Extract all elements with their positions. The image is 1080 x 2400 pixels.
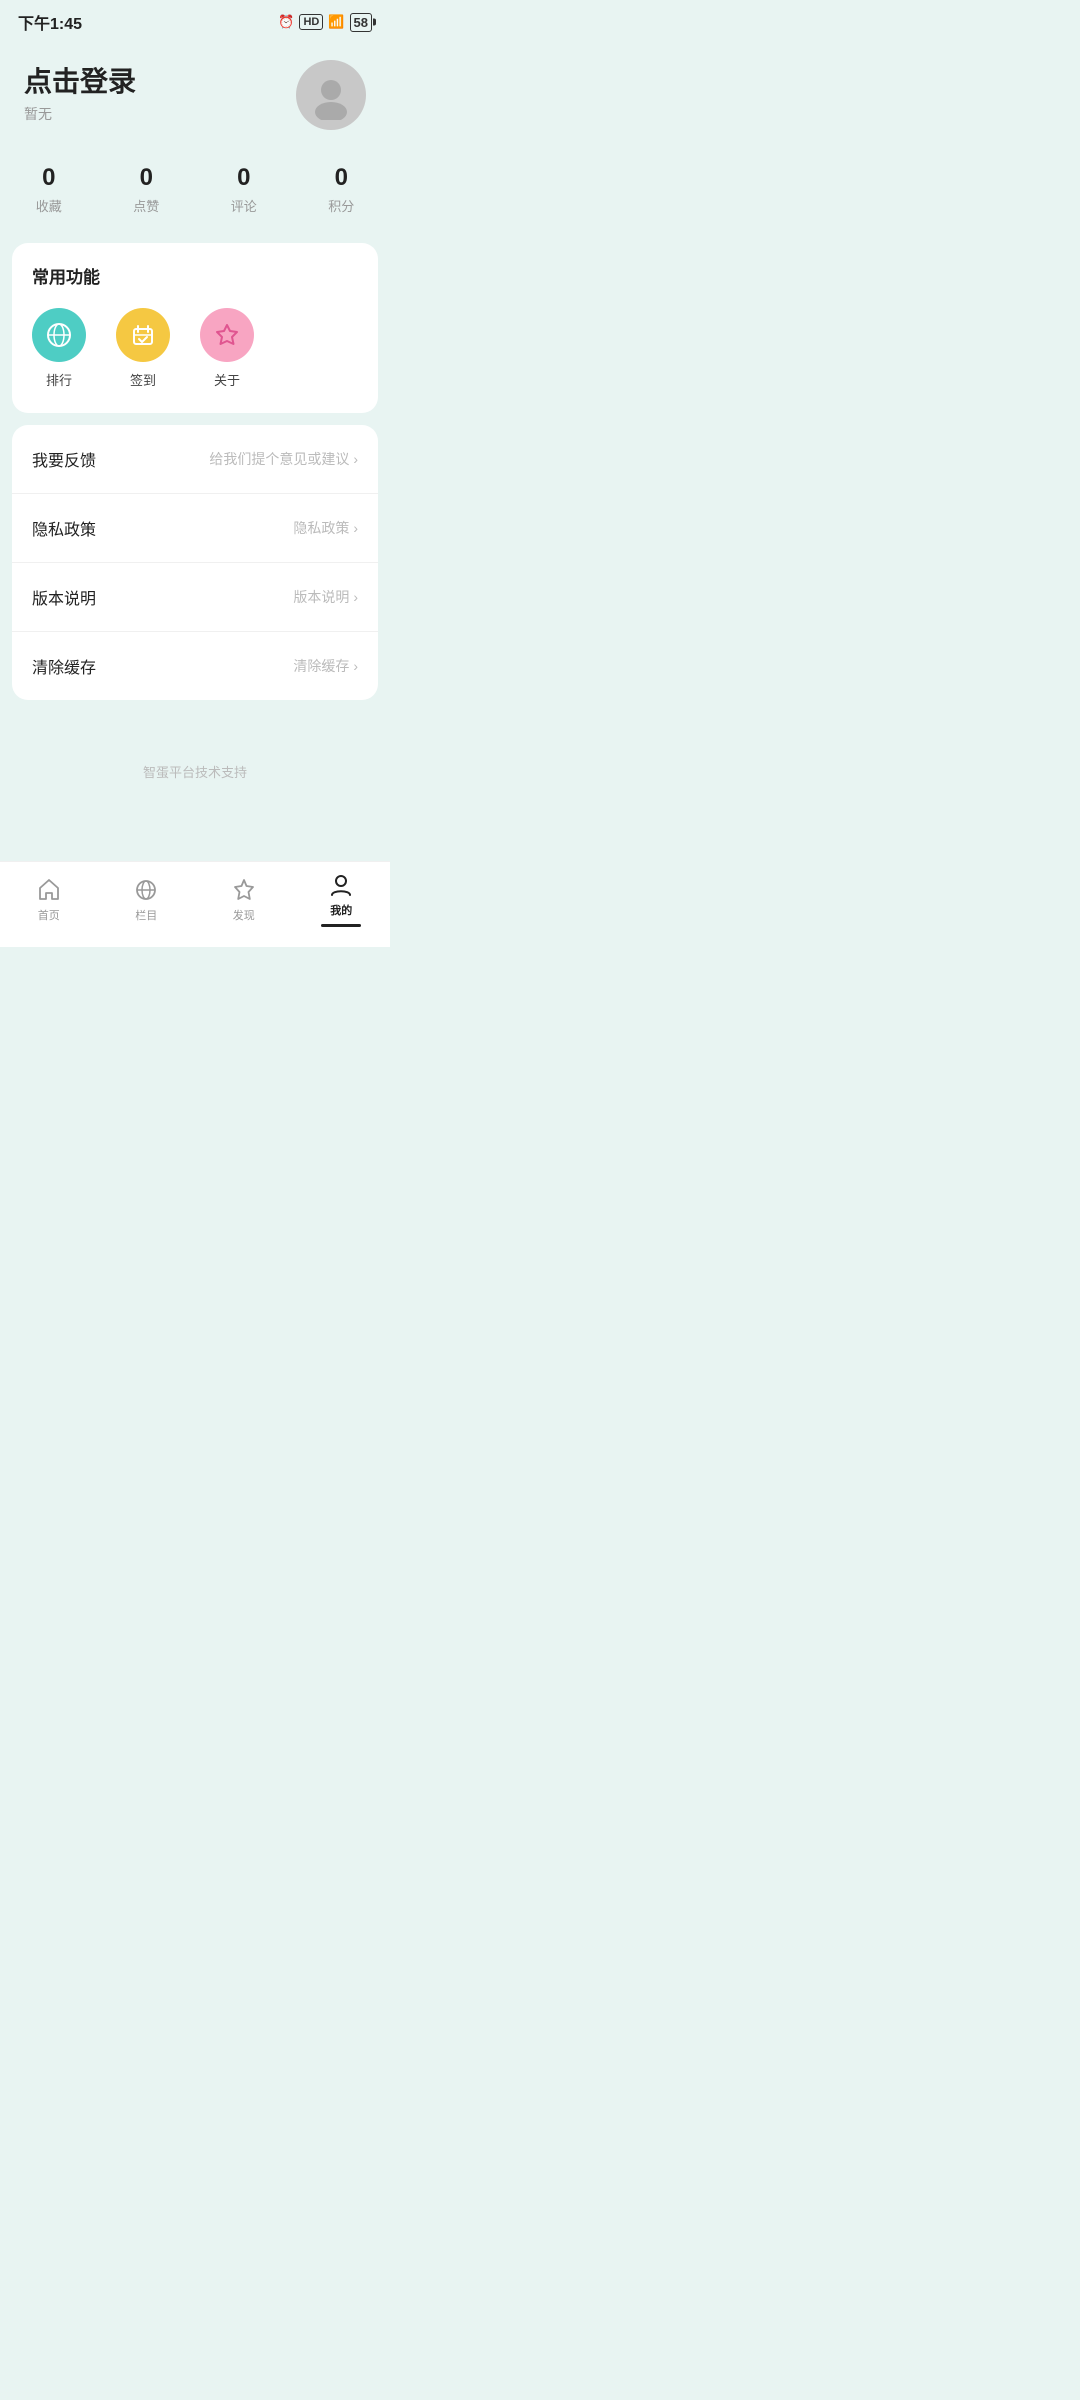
checkin-icon-circle	[116, 308, 170, 362]
menu-cache-label: 清除缓存	[32, 654, 96, 678]
bg-spacer-2	[0, 801, 390, 861]
discover-icon	[231, 877, 257, 903]
stat-collections[interactable]: 0 收藏	[36, 164, 62, 215]
nav-columns-label: 栏目	[135, 907, 157, 923]
nav-discover[interactable]: 发现	[214, 877, 274, 923]
footer-text: 智蛋平台技术支持	[0, 732, 390, 801]
columns-icon	[133, 877, 159, 903]
menu-privacy-value: 隐私政策	[293, 518, 349, 538]
chevron-icon: ›	[353, 451, 358, 467]
profile-sub: 暂无	[24, 104, 136, 124]
status-time: 下午1:45	[18, 10, 82, 34]
menu-feedback-right: 给我们提个意见或建议 ›	[209, 449, 358, 469]
chevron-icon: ›	[353, 658, 358, 674]
bg-spacer	[0, 712, 390, 732]
stat-points[interactable]: 0 积分	[328, 164, 354, 215]
menu-version-value: 版本说明	[293, 587, 349, 607]
nav-discover-label: 发现	[233, 907, 255, 923]
ranking-icon-circle	[32, 308, 86, 362]
stat-comments-label: 评论	[231, 196, 257, 215]
nav-home-label: 首页	[38, 907, 60, 923]
nav-home[interactable]: 首页	[19, 877, 79, 923]
function-checkin[interactable]: 签到	[116, 308, 170, 389]
about-icon-circle	[200, 308, 254, 362]
battery-indicator: 58	[350, 13, 372, 32]
nav-active-indicator	[321, 924, 361, 927]
menu-privacy[interactable]: 隐私政策 隐私政策 ›	[12, 494, 378, 563]
chevron-icon: ›	[353, 589, 358, 605]
menu-cache-right: 清除缓存 ›	[293, 656, 358, 676]
about-label: 关于	[214, 370, 240, 389]
stat-likes-value: 0	[140, 164, 153, 192]
mine-icon	[328, 872, 354, 898]
bottom-nav: 首页 栏目 发现 我的	[0, 861, 390, 947]
function-ranking[interactable]: 排行	[32, 308, 86, 389]
profile-info[interactable]: 点击登录 暂无	[24, 60, 136, 124]
profile-name[interactable]: 点击登录	[24, 60, 136, 100]
menu-cache[interactable]: 清除缓存 清除缓存 ›	[12, 632, 378, 700]
stat-comments-value: 0	[237, 164, 250, 192]
menu-privacy-right: 隐私政策 ›	[293, 518, 358, 538]
nav-mine[interactable]: 我的	[311, 872, 371, 927]
status-icons: ⏰ HD 📶 58	[278, 13, 372, 32]
stat-likes-label: 点赞	[133, 196, 159, 215]
functions-grid: 排行 签到 关于	[32, 308, 358, 389]
alarm-icon: ⏰	[278, 14, 294, 30]
stat-comments[interactable]: 0 评论	[231, 164, 257, 215]
menu-feedback-value: 给我们提个意见或建议	[209, 449, 349, 469]
status-bar: 下午1:45 ⏰ HD 📶 58	[0, 0, 390, 40]
functions-card: 常用功能 排行 签到	[12, 243, 378, 413]
checkin-label: 签到	[130, 370, 156, 389]
stat-collections-label: 收藏	[36, 196, 62, 215]
nav-columns[interactable]: 栏目	[116, 877, 176, 923]
ranking-label: 排行	[46, 370, 72, 389]
stat-points-value: 0	[335, 164, 348, 192]
function-about[interactable]: 关于	[200, 308, 254, 389]
menu-version[interactable]: 版本说明 版本说明 ›	[12, 563, 378, 632]
home-icon	[36, 877, 62, 903]
menu-card: 我要反馈 给我们提个意见或建议 › 隐私政策 隐私政策 › 版本说明 版本说明 …	[12, 425, 378, 700]
menu-feedback-label: 我要反馈	[32, 447, 96, 471]
stat-likes[interactable]: 0 点赞	[133, 164, 159, 215]
chevron-icon: ›	[353, 520, 358, 536]
functions-title: 常用功能	[32, 263, 358, 288]
stat-collections-value: 0	[42, 164, 55, 192]
nav-mine-label: 我的	[330, 902, 352, 918]
menu-feedback[interactable]: 我要反馈 给我们提个意见或建议 ›	[12, 425, 378, 494]
menu-privacy-label: 隐私政策	[32, 516, 96, 540]
profile-area: 点击登录 暂无	[0, 40, 390, 154]
stat-points-label: 积分	[328, 196, 354, 215]
hd-icon: HD	[299, 14, 323, 30]
menu-version-label: 版本说明	[32, 585, 96, 609]
avatar[interactable]	[296, 60, 366, 130]
menu-version-right: 版本说明 ›	[293, 587, 358, 607]
stats-row: 0 收藏 0 点赞 0 评论 0 积分	[0, 154, 390, 243]
signal-icon: 📶	[328, 14, 344, 30]
menu-cache-value: 清除缓存	[293, 656, 349, 676]
